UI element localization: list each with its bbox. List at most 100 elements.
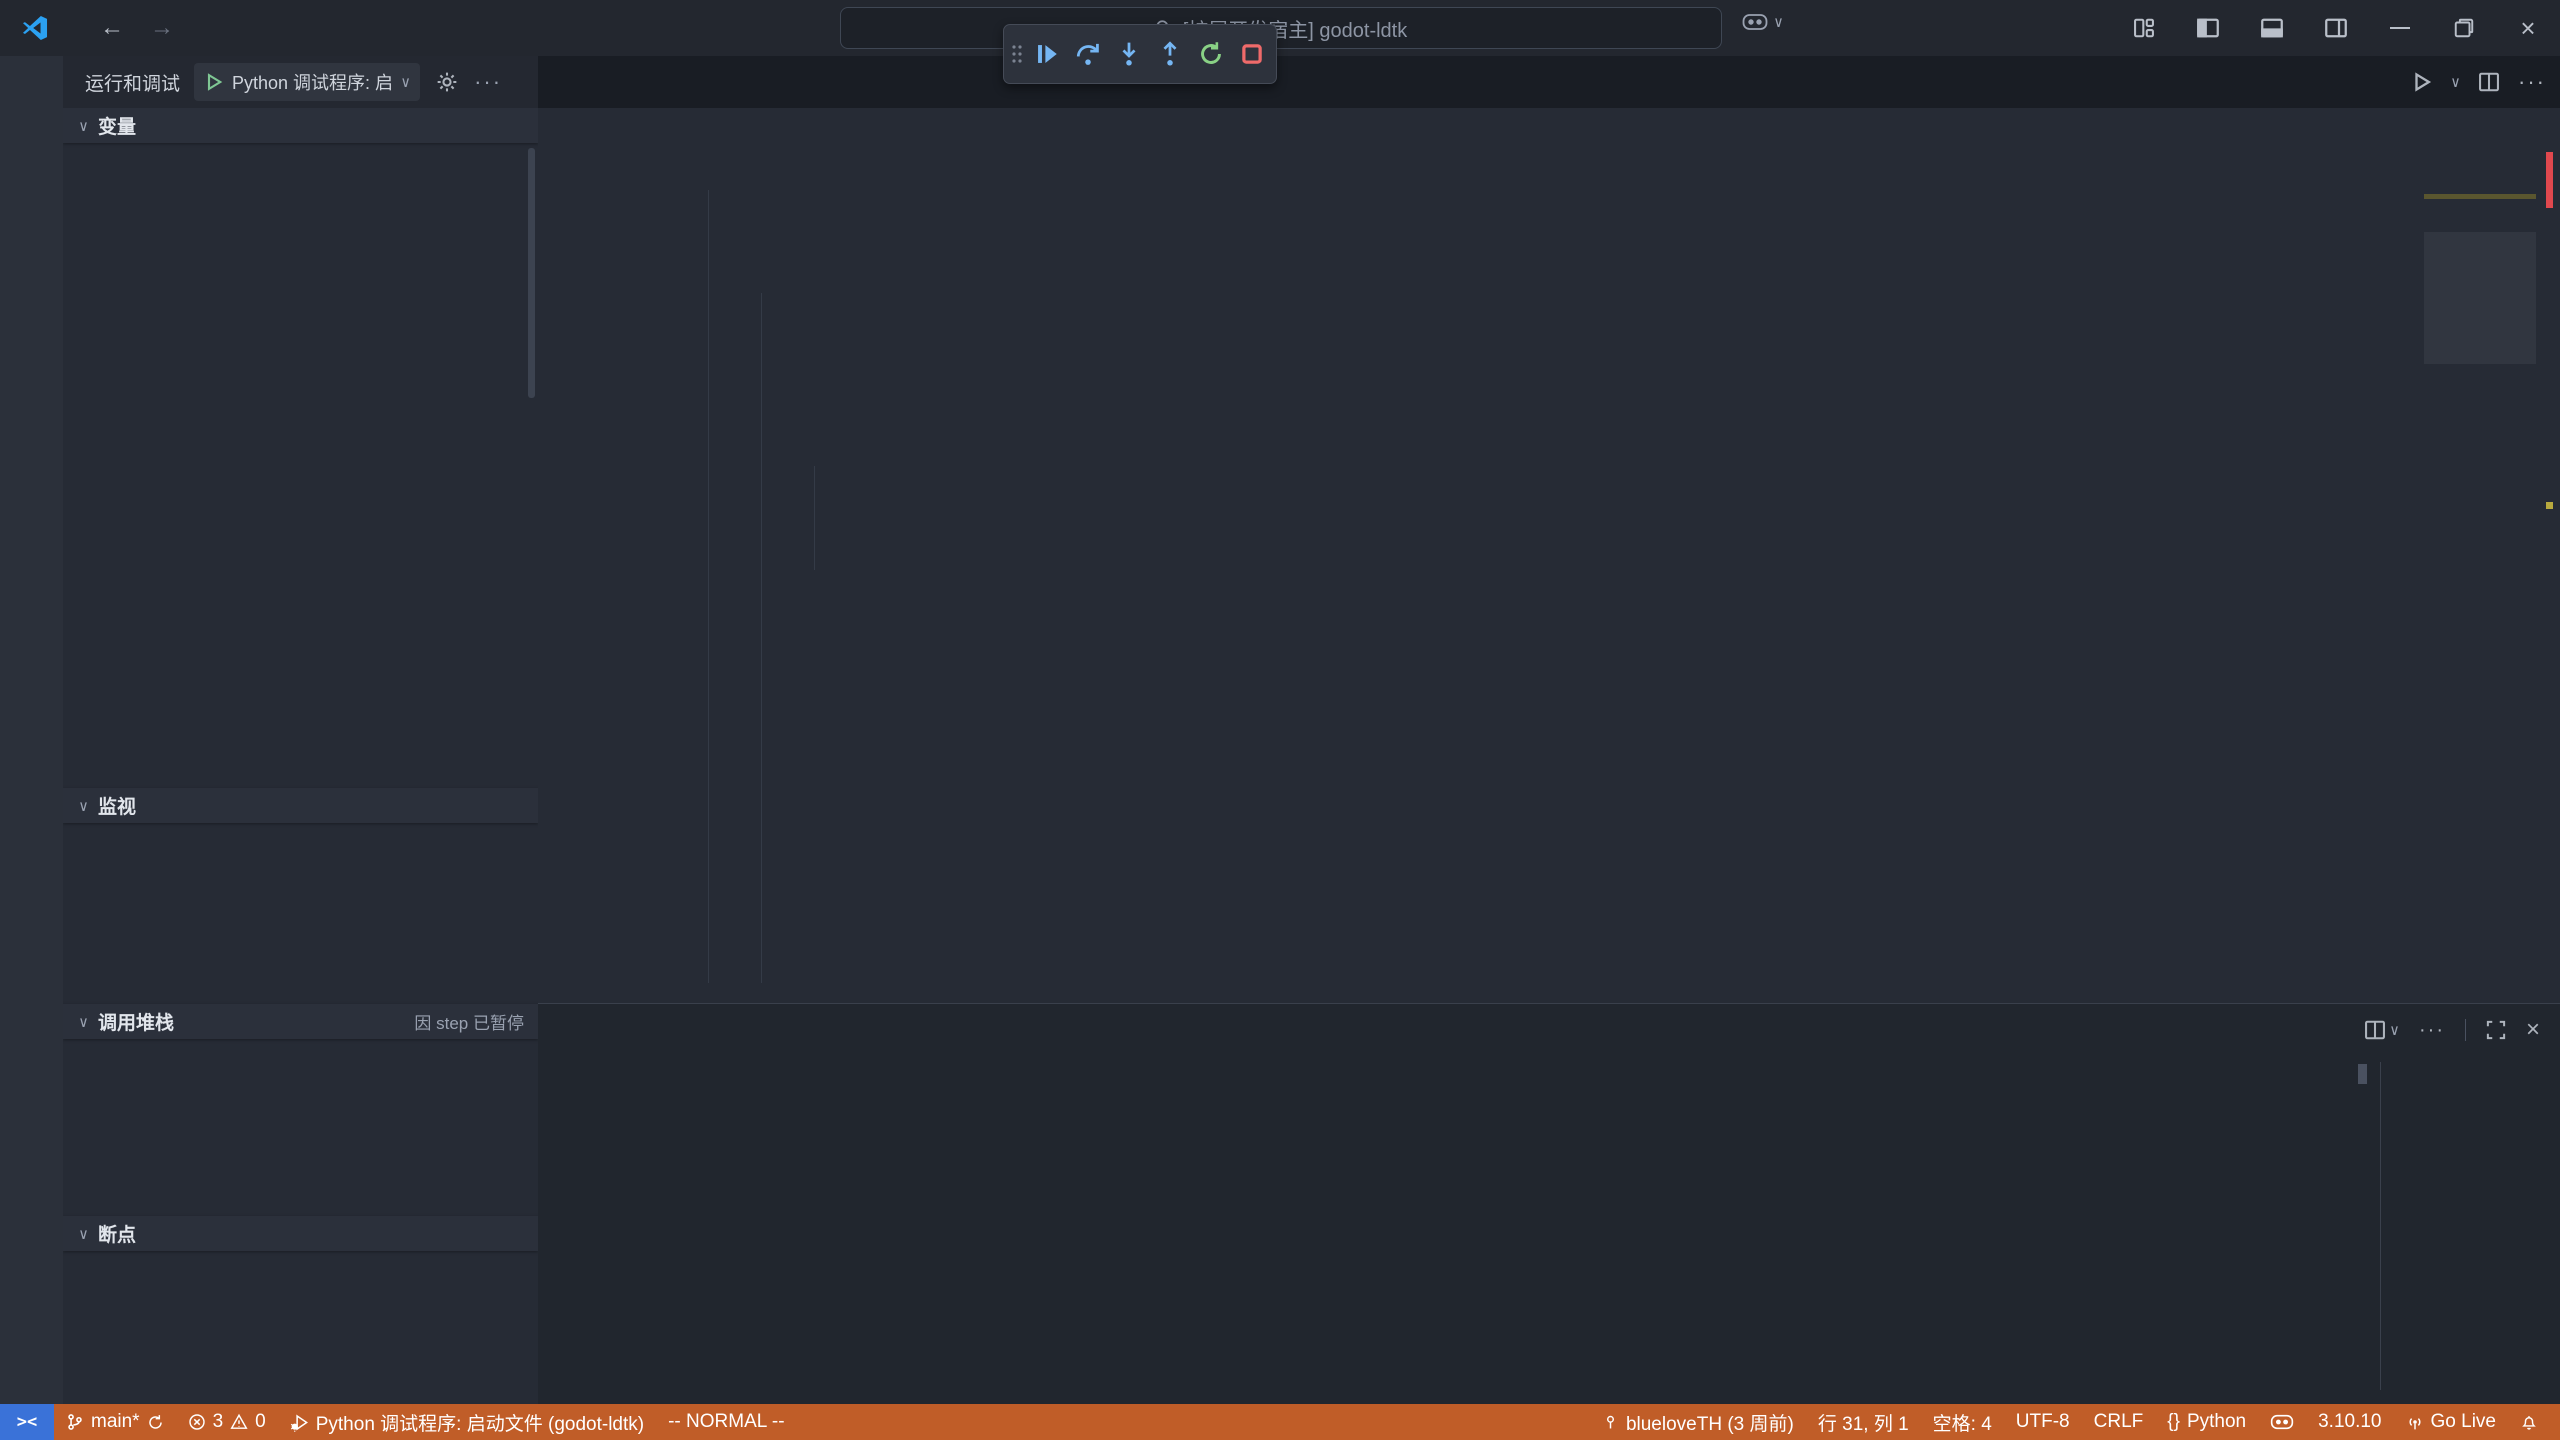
close-window-icon[interactable]: × [2496, 0, 2560, 56]
nav-history: ← → [100, 14, 174, 42]
error-marker [2546, 152, 2553, 208]
problems-item[interactable]: 3 0 [176, 1404, 278, 1440]
chevron-down-icon: ∨ [1774, 13, 1783, 31]
sync-icon [147, 1414, 164, 1431]
debug-step-into-button[interactable] [1112, 37, 1146, 71]
status-right: blueloveTH (3 周前) 行 31, 列 1 空格: 4 UTF-8 … [1590, 1404, 2550, 1440]
toolbar-grip-icon[interactable] [1011, 43, 1023, 65]
variables-tree [63, 143, 538, 788]
python-version-item[interactable]: 3.10.10 [2306, 1404, 2393, 1440]
copilot-icon [1742, 12, 1768, 32]
callstack-section-header[interactable]: ∨ 调用堆栈 因 step 已暂停 [63, 1004, 538, 1039]
toggle-secondary-sidebar-icon[interactable] [2304, 0, 2368, 56]
debug-icon [290, 1413, 309, 1432]
minimap[interactable] [2424, 144, 2536, 1003]
language-item[interactable]: {}Python [2155, 1404, 2258, 1440]
errors-icon [188, 1413, 206, 1431]
toggle-sidebar-icon[interactable] [2176, 0, 2240, 56]
debug-more-actions-icon[interactable]: ··· [474, 69, 502, 95]
code-editor[interactable] [538, 144, 2560, 1003]
debug-session-item[interactable]: Python 调试程序: 启动文件 (godot-ldtk) [278, 1404, 656, 1440]
minimap-current-line [2424, 194, 2536, 199]
minimize-icon[interactable] [2368, 0, 2432, 56]
blame-item[interactable]: blueloveTH (3 周前) [1590, 1404, 1806, 1440]
breakpoints-list [63, 1251, 538, 1404]
chevron-down-icon: ∨ [79, 117, 88, 135]
panel-actions: ∨ ··· × [2364, 1004, 2540, 1056]
breakpoints-section-header[interactable]: ∨ 断点 [63, 1216, 538, 1251]
debug-restart-button[interactable] [1194, 37, 1228, 71]
debug-config-dropdown[interactable]: Python 调试程序: 启 ∨ [194, 63, 420, 101]
customize-layout-icon[interactable] [2112, 0, 2176, 56]
vscode-logo-icon [22, 15, 48, 41]
maximize-panel-icon[interactable] [2486, 1020, 2506, 1040]
nav-forward-icon[interactable]: → [150, 14, 174, 42]
chevron-down-icon: ∨ [2390, 1021, 2399, 1039]
encoding-item[interactable]: UTF-8 [2004, 1404, 2082, 1440]
activity-bar [0, 56, 63, 1404]
titlebar: ← → [扩展开发宿主] godot-ldtk ∨ [0, 0, 2560, 56]
overview-ruler [2536, 144, 2560, 1003]
copilot-status-item[interactable] [2258, 1404, 2306, 1440]
go-live-item[interactable]: Go Live [2394, 1404, 2508, 1440]
copilot-icon [2270, 1413, 2294, 1431]
nav-back-icon[interactable]: ← [100, 14, 124, 42]
indent-guide [761, 293, 762, 983]
debug-sidebar: ∨ 变量 ∨ 监视 ∨ 调用堆栈 因 step 已暂停 ∨ 断点 [63, 108, 538, 1404]
vscode-window: ← → [扩展开发宿主] godot-ldtk ∨ [0, 0, 2560, 1440]
watch-section-header[interactable]: ∨ 监视 [63, 788, 538, 823]
debug-step-out-button[interactable] [1153, 37, 1187, 71]
restore-icon[interactable] [2432, 0, 2496, 56]
divider [2380, 1062, 2381, 1390]
debug-toolbar [1003, 24, 1277, 84]
window-controls: × [2112, 0, 2560, 56]
start-debug-icon [204, 72, 224, 92]
indent-guide [708, 190, 709, 983]
git-branch-icon [66, 1413, 84, 1431]
chevron-down-icon: ∨ [79, 1225, 88, 1243]
bottom-panel: ∨ ··· × [538, 1003, 2560, 1404]
split-editor-icon[interactable] [2478, 71, 2500, 93]
author-icon [1602, 1414, 1619, 1431]
debug-continue-button[interactable] [1030, 37, 1064, 71]
debug-settings-gear-icon[interactable] [436, 71, 458, 93]
editor-actions: ∨ ··· [2411, 56, 2546, 108]
status-bar: >< main* 3 0 Python 调试程序: 启动文件 (godo [0, 1404, 2560, 1440]
branch-item[interactable]: main* [54, 1404, 176, 1440]
divider [2465, 1019, 2466, 1041]
current-line-marker [2546, 502, 2553, 509]
variables-section-header[interactable]: ∨ 变量 [63, 108, 538, 143]
editor-more-actions-icon[interactable]: ··· [2518, 69, 2546, 95]
minimap-slider[interactable] [2424, 232, 2536, 364]
panel-scrollbar[interactable] [2358, 1064, 2367, 1084]
split-terminal-icon[interactable]: ∨ [2364, 1019, 2399, 1041]
panel-more-actions-icon[interactable]: ··· [2419, 1019, 2445, 1042]
chevron-down-icon: ∨ [79, 797, 88, 815]
close-panel-icon[interactable]: × [2526, 1016, 2540, 1044]
breadcrumb [538, 108, 2560, 144]
debug-stop-button[interactable] [1235, 37, 1269, 71]
editor-tabs [538, 56, 2560, 108]
sidebar-scrollbar[interactable] [528, 148, 535, 398]
indentation-item[interactable]: 空格: 4 [1921, 1404, 2004, 1440]
vim-mode-item[interactable]: -- NORMAL -- [656, 1404, 796, 1440]
warnings-icon [230, 1413, 248, 1431]
remote-indicator[interactable]: >< [0, 1404, 54, 1440]
notifications-item[interactable] [2508, 1404, 2550, 1440]
chevron-down-icon: ∨ [401, 73, 410, 91]
debug-view-header: 运行和调试 Python 调试程序: 启 ∨ ··· [63, 56, 538, 108]
indent-guide [814, 466, 815, 570]
bell-icon [2520, 1413, 2538, 1431]
run-and-debug-label: 运行和调试 [85, 69, 180, 96]
command-center[interactable]: [扩展开发宿主] godot-ldtk [840, 7, 1722, 49]
run-python-file-icon[interactable] [2411, 71, 2433, 93]
chevron-down-icon: ∨ [79, 1013, 88, 1031]
toggle-panel-icon[interactable] [2240, 0, 2304, 56]
debug-step-over-button[interactable] [1071, 37, 1105, 71]
run-dropdown-chevron-icon[interactable]: ∨ [2451, 73, 2460, 91]
cursor-position-item[interactable]: 行 31, 列 1 [1806, 1404, 1921, 1440]
pause-reason-label: 因 step 已暂停 [414, 1009, 524, 1034]
broadcast-icon [2406, 1413, 2424, 1431]
copilot-button[interactable]: ∨ [1742, 12, 1783, 32]
eol-item[interactable]: CRLF [2082, 1404, 2156, 1440]
